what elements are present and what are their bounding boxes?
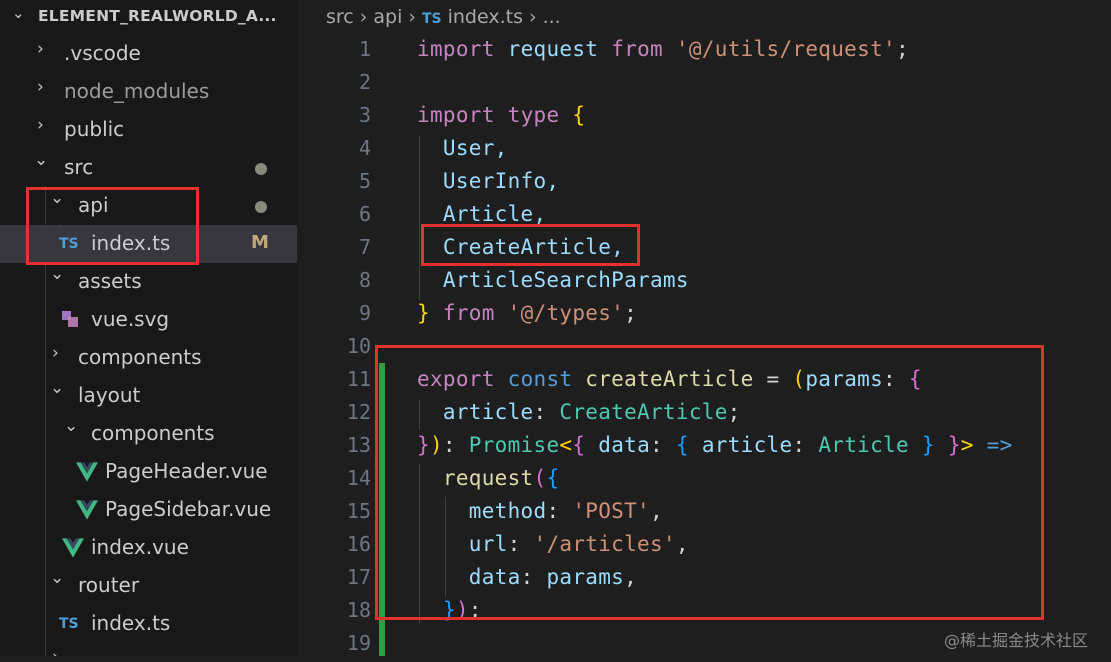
code-line: 1 import request from '@/utils/request'; <box>0 35 1111 68</box>
code-text: import type { <box>417 103 586 127</box>
line-number: 19 <box>346 631 371 655</box>
code-line: 8 ArticleSearchParams <box>0 266 1111 299</box>
line-number: 4 <box>358 136 371 160</box>
explorer-root-title: ELEMENT_REALWORLD_A... <box>38 7 277 25</box>
line-number: 12 <box>346 400 371 424</box>
breadcrumb-item-more[interactable]: ... <box>543 6 561 28</box>
line-number: 17 <box>346 565 371 589</box>
code-text: Article, <box>417 202 547 226</box>
breadcrumb-item-src[interactable]: src <box>326 6 354 28</box>
line-number: 14 <box>346 466 371 490</box>
chevron-down-icon: ⌄ <box>12 4 25 22</box>
breadcrumb-item-file[interactable]: index.ts <box>448 6 523 28</box>
chevron-right-icon: › <box>359 6 368 28</box>
line-number: 10 <box>346 334 371 358</box>
line-number: 8 <box>358 268 371 292</box>
chevron-right-icon: › <box>408 6 416 28</box>
breadcrumb: src › api › TS index.ts ›... <box>326 6 561 28</box>
highlight-box-createarticle <box>421 224 640 266</box>
code-text: ArticleSearchParams <box>417 268 689 292</box>
line-number: 16 <box>346 532 371 556</box>
line-number: 13 <box>346 433 371 457</box>
line-number: 5 <box>358 169 371 193</box>
line-number: 11 <box>346 367 371 391</box>
line-number: 1 <box>358 37 371 61</box>
code-line: 4 User, <box>0 134 1111 167</box>
code-line: 9 } from '@/types'; <box>0 299 1111 332</box>
line-number: 2 <box>358 70 371 94</box>
code-text: import request from '@/utils/request'; <box>417 37 909 61</box>
code-text: User, <box>417 136 508 160</box>
line-number: 3 <box>358 103 371 127</box>
highlight-box-function <box>375 345 1044 620</box>
explorer-root-header[interactable]: ⌄ ELEMENT_REALWORLD_A... <box>0 0 297 34</box>
code-line: 5 UserInfo, <box>0 167 1111 200</box>
watermark: @稀土掘金技术社区 <box>944 631 1089 650</box>
line-number: 18 <box>346 598 371 622</box>
breadcrumb-item-api[interactable]: api <box>373 6 402 28</box>
code-text: UserInfo, <box>417 169 560 193</box>
line-number: 9 <box>358 301 371 325</box>
line-number: 15 <box>346 499 371 523</box>
line-number: 6 <box>358 202 371 226</box>
typescript-file-icon: TS <box>421 11 442 27</box>
code-line: 2 <box>0 68 1111 101</box>
line-number: 7 <box>358 235 371 259</box>
code-line: 3 import type { <box>0 101 1111 134</box>
chevron-right-icon: › <box>528 6 537 28</box>
code-text: } from '@/types'; <box>417 301 638 325</box>
